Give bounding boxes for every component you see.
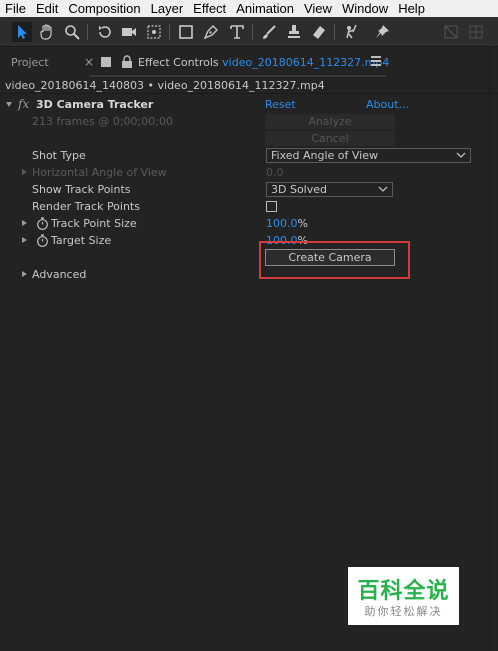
puppet-pin-tool-icon[interactable] xyxy=(372,22,392,42)
panel-tab-bar: Project × Effect Controls video_20180614… xyxy=(0,50,498,77)
tab-effect-controls-label: Effect Controls xyxy=(138,56,223,69)
watermark-logo: 百科全说 助你轻松解决 xyxy=(348,567,459,625)
breadcrumb: video_20180614_140803 • video_20180614_1… xyxy=(0,78,498,94)
track-point-size-value-wrap: 100.0% xyxy=(266,215,308,232)
shot-type-value: Fixed Angle of View xyxy=(271,149,379,162)
track-point-size-value[interactable]: 100.0 xyxy=(266,217,298,230)
render-track-points-checkbox[interactable] xyxy=(266,201,277,212)
menu-edit[interactable]: Edit xyxy=(31,0,63,17)
watermark-sub: 助你轻松解决 xyxy=(364,605,443,618)
shot-type-label: Shot Type xyxy=(32,149,86,162)
render-track-points-row: Render Track Points xyxy=(0,198,489,215)
effect-name: 3D Camera Tracker xyxy=(36,98,154,111)
clone-stamp-tool-icon[interactable] xyxy=(284,22,304,42)
chevron-down-icon xyxy=(378,186,388,192)
analysis-status: 213 frames @ 0;00;00;00 xyxy=(32,115,173,128)
cancel-row: Cancel xyxy=(0,130,489,147)
tab-effect-controls-file: video_20180614_112327.mp4 xyxy=(222,56,390,69)
menu-window[interactable]: Window xyxy=(337,0,393,17)
chevron-down-icon xyxy=(456,152,466,158)
percent-sign: % xyxy=(297,217,308,230)
show-track-points-label: Show Track Points xyxy=(32,183,131,196)
show-track-points-row: Show Track Points 3D Solved xyxy=(0,181,489,198)
pan-behind-tool-icon[interactable] xyxy=(144,22,164,42)
cancel-button[interactable]: Cancel xyxy=(265,131,395,146)
expand-triangle-icon[interactable] xyxy=(22,169,27,175)
zoom-tool-icon[interactable] xyxy=(62,22,82,42)
menu-help[interactable]: Help xyxy=(393,0,430,17)
tab-project[interactable]: Project xyxy=(11,56,49,69)
reset-link[interactable]: Reset xyxy=(265,96,296,113)
stopwatch-icon[interactable] xyxy=(36,234,49,247)
advanced-label[interactable]: Advanced xyxy=(32,266,86,283)
expand-triangle-icon[interactable] xyxy=(22,271,27,277)
tools-panel xyxy=(0,17,498,47)
expand-triangle-icon[interactable] xyxy=(22,237,27,243)
menu-bar: File Edit Composition Layer Effect Anima… xyxy=(0,0,498,17)
pen-tool-icon[interactable] xyxy=(201,22,221,42)
panel-color-icon xyxy=(101,57,111,67)
show-track-points-value: 3D Solved xyxy=(271,183,327,196)
collapse-triangle-icon[interactable] xyxy=(6,102,12,107)
expand-triangle-icon[interactable] xyxy=(22,220,27,226)
status-row: 213 frames @ 0;00;00;00 Analyze xyxy=(0,113,489,130)
show-track-points-dropdown[interactable]: 3D Solved xyxy=(266,182,393,197)
close-icon[interactable]: × xyxy=(84,55,94,69)
advanced-row: Advanced xyxy=(0,266,489,283)
rectangle-tool-icon[interactable] xyxy=(176,22,196,42)
shot-type-row: Shot Type Fixed Angle of View xyxy=(0,147,489,164)
stopwatch-icon[interactable] xyxy=(36,217,49,230)
about-link[interactable]: About... xyxy=(366,96,409,113)
track-point-size-label: Track Point Size xyxy=(51,217,137,230)
workspace-icon[interactable] xyxy=(466,22,486,42)
tab-effect-controls[interactable]: Effect Controls video_20180614_112327.mp… xyxy=(138,56,389,69)
track-point-size-row: Track Point Size 100.0% xyxy=(0,215,489,232)
panel-menu-icon[interactable] xyxy=(371,56,381,66)
eraser-tool-icon[interactable] xyxy=(309,22,329,42)
brush-tool-icon[interactable] xyxy=(259,22,279,42)
active-tab-indicator xyxy=(90,75,386,77)
menu-view[interactable]: View xyxy=(299,0,337,17)
effect-header: fx 3D Camera Tracker Reset About... xyxy=(0,96,489,113)
target-size-label: Target Size xyxy=(51,234,112,247)
lock-icon[interactable] xyxy=(121,55,133,69)
camera-tool-icon[interactable] xyxy=(119,22,139,42)
hfov-label: Horizontal Angle of View xyxy=(32,166,167,179)
hfov-row: Horizontal Angle of View 0.0 xyxy=(0,164,489,181)
hfov-value: 0.0 xyxy=(266,166,284,179)
snapping-icon[interactable] xyxy=(441,22,461,42)
menu-composition[interactable]: Composition xyxy=(63,0,145,17)
shot-type-dropdown[interactable]: Fixed Angle of View xyxy=(266,148,471,163)
panel-divider[interactable] xyxy=(489,47,490,651)
menu-layer[interactable]: Layer xyxy=(146,0,189,17)
fx-icon[interactable]: fx xyxy=(18,96,29,113)
render-track-points-label: Render Track Points xyxy=(32,200,140,213)
target-size-row: Target Size 100.0% xyxy=(0,232,489,249)
menu-animation[interactable]: Animation xyxy=(231,0,299,17)
rotate-tool-icon[interactable] xyxy=(95,22,115,42)
type-tool-icon[interactable] xyxy=(227,22,247,42)
menu-file[interactable]: File xyxy=(0,0,31,17)
selection-tool-icon[interactable] xyxy=(12,22,32,42)
watermark-main: 百科全说 xyxy=(357,579,450,604)
hand-tool-icon[interactable] xyxy=(37,22,57,42)
menu-effect[interactable]: Effect xyxy=(188,0,231,17)
analyze-button[interactable]: Analyze xyxy=(265,114,395,129)
roto-brush-tool-icon[interactable] xyxy=(341,22,361,42)
